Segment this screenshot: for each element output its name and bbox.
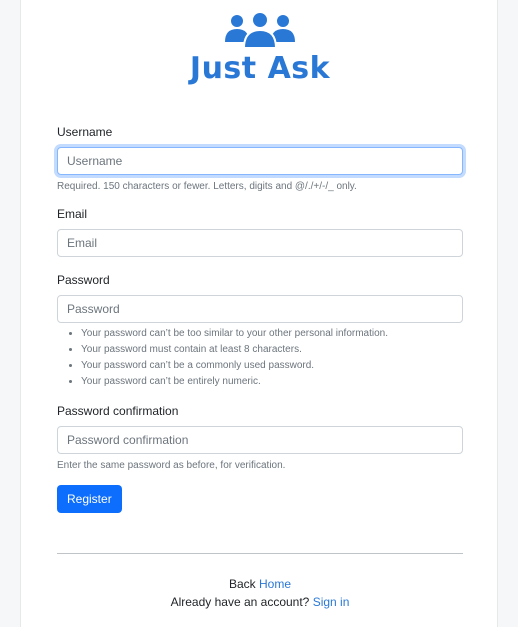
- email-label: Email: [57, 207, 88, 221]
- password-rule: Your password can’t be too similar to yo…: [81, 326, 463, 342]
- password-rules-list: Your password can’t be too similar to yo…: [57, 326, 463, 390]
- password-rule: Your password must contain at least 8 ch…: [81, 342, 463, 358]
- username-input[interactable]: [57, 147, 463, 175]
- signin-link[interactable]: Sign in: [313, 595, 350, 609]
- username-label: Username: [57, 125, 113, 139]
- register-card: Just Ask Username Required. 150 characte…: [20, 0, 498, 627]
- register-button[interactable]: Register: [57, 485, 122, 513]
- password-rule: Your password can’t be entirely numeric.: [81, 374, 463, 390]
- back-text: Back: [228, 577, 256, 591]
- page: Just Ask Username Required. 150 characte…: [0, 0, 518, 627]
- users-group-icon: [225, 11, 295, 49]
- password-rule: Your password can’t be a commonly used p…: [81, 358, 463, 374]
- signin-line: Already have an account? Sign in: [21, 593, 499, 611]
- register-form: Username Required. 150 characters or few…: [57, 124, 463, 513]
- password-confirm-label: Password confirmation: [57, 404, 179, 418]
- footer-links: Back Home Already have an account? Sign …: [21, 575, 499, 611]
- password-input[interactable]: [57, 295, 463, 323]
- brand-logo: Just Ask: [21, 10, 499, 86]
- divider: [57, 553, 463, 554]
- back-home-line: Back Home: [21, 575, 499, 593]
- email-input[interactable]: [57, 229, 463, 257]
- password-label: Password: [57, 273, 110, 287]
- home-link[interactable]: Home: [259, 577, 291, 591]
- username-help: Required. 150 characters or fewer. Lette…: [57, 181, 357, 192]
- password-confirm-help: Enter the same password as before, for v…: [57, 460, 286, 471]
- brand-name: Just Ask: [189, 51, 331, 86]
- password-confirm-input[interactable]: [57, 426, 463, 454]
- account-text: Already have an account?: [170, 595, 310, 609]
